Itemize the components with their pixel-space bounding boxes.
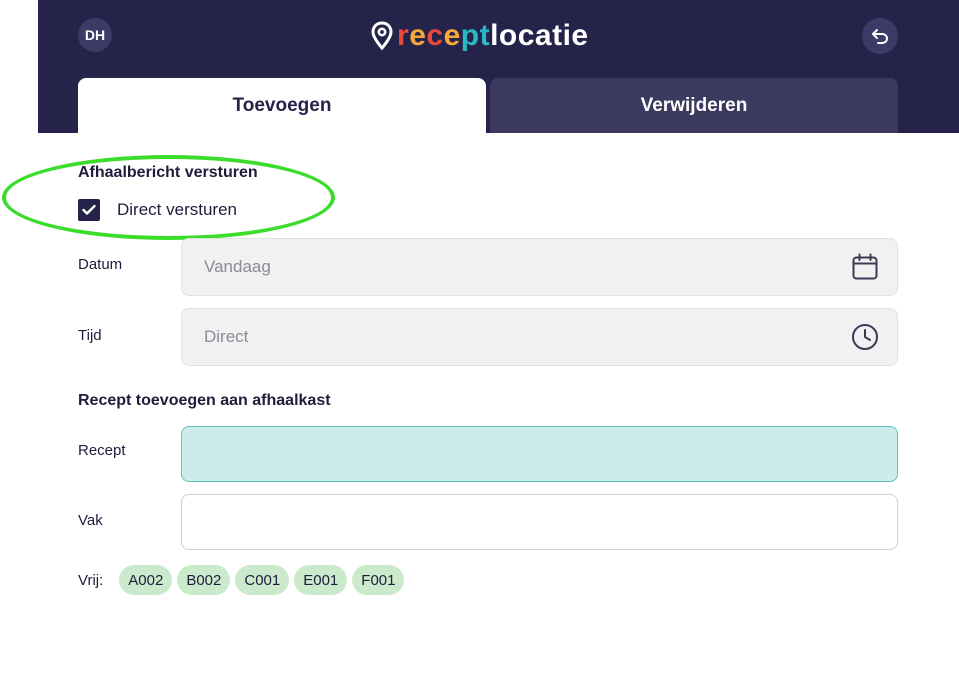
app-logo: r e c e pt locatie — [370, 16, 589, 56]
datum-label: Datum — [78, 256, 123, 273]
undo-arrow-icon — [872, 29, 889, 44]
logo-word: locatie — [490, 19, 589, 52]
logo-letter: pt — [460, 19, 491, 52]
vak-chip[interactable]: E001 — [294, 565, 348, 595]
tab-verwijderen[interactable]: Verwijderen — [490, 78, 898, 133]
logo-letter: r — [397, 19, 410, 52]
recept-label: Recept — [78, 442, 126, 459]
direct-versturen-row[interactable]: Direct versturen — [78, 199, 237, 221]
logo-letter: e — [409, 19, 427, 52]
vak-chip[interactable]: B002 — [177, 565, 231, 595]
tab-bar: Toevoegen Verwijderen — [78, 78, 898, 133]
direct-versturen-label: Direct versturen — [117, 200, 237, 219]
back-button[interactable] — [862, 18, 898, 54]
vrij-row: Vrij: A002 B002 C001 E001 F001 — [78, 565, 409, 595]
vak-label: Vak — [78, 512, 103, 529]
avatar-initials: DH — [84, 27, 106, 43]
clock-icon[interactable] — [850, 322, 880, 352]
recept-section-title: Recept toevoegen aan afhaalkast — [78, 392, 331, 409]
datum-field[interactable]: Vandaag — [181, 238, 898, 296]
checkmark-icon — [82, 204, 96, 215]
direct-versturen-checkbox[interactable] — [78, 199, 100, 221]
user-avatar[interactable]: DH — [78, 18, 112, 52]
afhaalbericht-title: Afhaalbericht versturen — [78, 164, 258, 181]
recept-input[interactable] — [181, 426, 898, 482]
logo-letter: c — [426, 19, 444, 52]
tijd-field[interactable]: Direct — [181, 308, 898, 366]
app-header: DH r e c e pt locatie Toevoegen Verwijderen — [38, 0, 959, 133]
vak-chip[interactable]: C001 — [235, 565, 290, 595]
location-pin-icon — [371, 21, 393, 51]
vak-chip[interactable]: A002 — [119, 565, 173, 595]
tijd-label: Tijd — [78, 327, 102, 344]
datum-placeholder: Vandaag — [204, 257, 271, 276]
calendar-icon[interactable] — [850, 252, 880, 282]
tijd-placeholder: Direct — [204, 327, 249, 346]
vrij-label: Vrij: — [78, 571, 104, 589]
tab-toevoegen[interactable]: Toevoegen — [78, 78, 486, 133]
vak-chip[interactable]: F001 — [352, 565, 405, 595]
logo-letter: e — [443, 19, 461, 52]
vak-input[interactable] — [181, 494, 898, 550]
